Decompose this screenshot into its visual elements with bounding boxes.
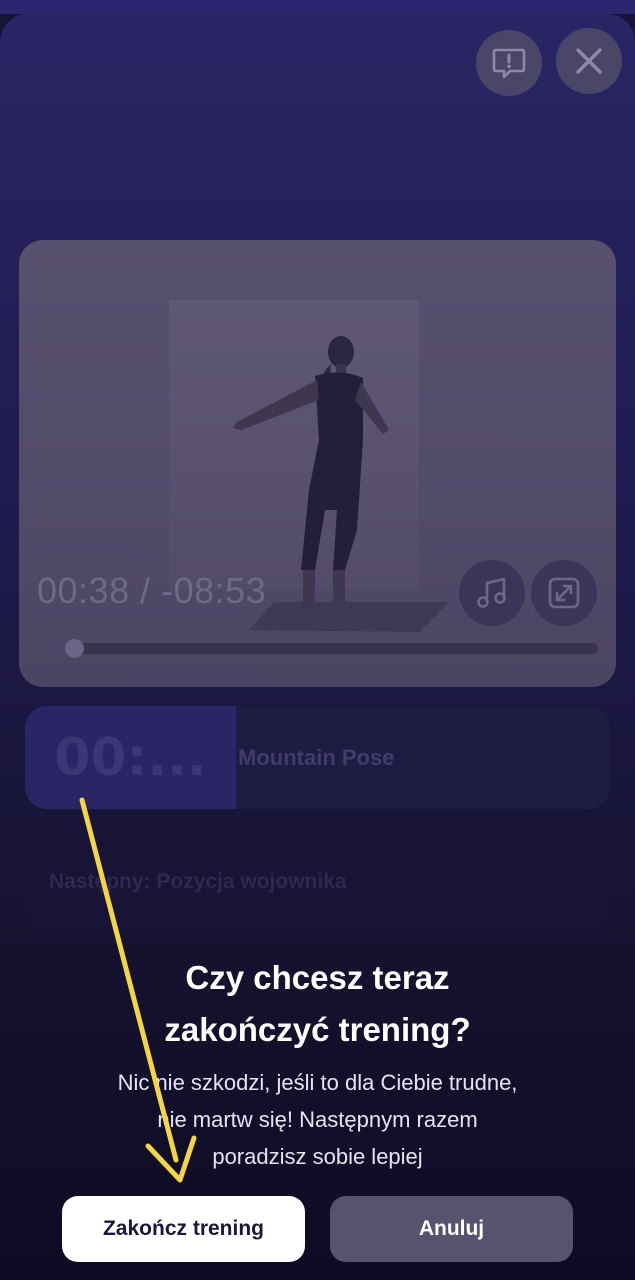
dialog-message-line1: Nic nie szkodzi, jeśli to dla Ciebie tru… — [117, 1070, 518, 1095]
fullscreen-icon — [548, 577, 580, 609]
progress-bar[interactable] — [37, 639, 598, 658]
dialog-message: Nic nie szkodzi, jeśli to dla Ciebie tru… — [0, 1064, 635, 1175]
next-exercise-card: Następny: Pozycja wojownika — [25, 830, 610, 933]
video-player[interactable]: 00:38 / -08:53 — [19, 240, 616, 687]
dialog-message-line3: poradzisz sobie lepiej — [212, 1144, 423, 1169]
end-workout-button[interactable]: Zakończ trening — [62, 1196, 305, 1262]
elapsed-time: 00:38 — [37, 570, 130, 611]
exercise-timer: 00:... — [25, 706, 236, 809]
time-separator: / — [140, 570, 151, 611]
cancel-button[interactable]: Anuluj — [330, 1196, 573, 1262]
dialog-title-line1: Czy chcesz teraz — [185, 959, 450, 996]
current-exercise-card: 00:... Mountain Pose — [25, 706, 610, 809]
music-button[interactable] — [459, 560, 525, 626]
dialog-message-line2: nie martw się! Następnym razem — [157, 1107, 478, 1132]
progress-knob[interactable] — [65, 639, 85, 658]
workout-sheet: 00:38 / -08:53 00:... Mountain Pose Nast… — [0, 14, 635, 1280]
next-exercise-label: Następny: Pozycja wojownika — [49, 870, 347, 893]
video-time: 00:38 / -08:53 — [37, 570, 266, 612]
close-button[interactable] — [556, 28, 622, 94]
close-icon — [576, 48, 602, 74]
fullscreen-button[interactable] — [531, 560, 597, 626]
remaining-time: -08:53 — [161, 570, 267, 611]
report-issue-button[interactable] — [476, 30, 542, 96]
report-issue-icon — [492, 48, 526, 79]
exercise-name: Mountain Pose — [238, 745, 395, 770]
instructor-figure — [233, 336, 449, 632]
dialog-title: Czy chcesz teraz zakończyć trening? — [0, 952, 635, 1056]
dialog-title-line2: zakończyć trening? — [164, 1011, 471, 1048]
music-note-icon — [477, 577, 506, 608]
top-strip — [0, 0, 635, 14]
